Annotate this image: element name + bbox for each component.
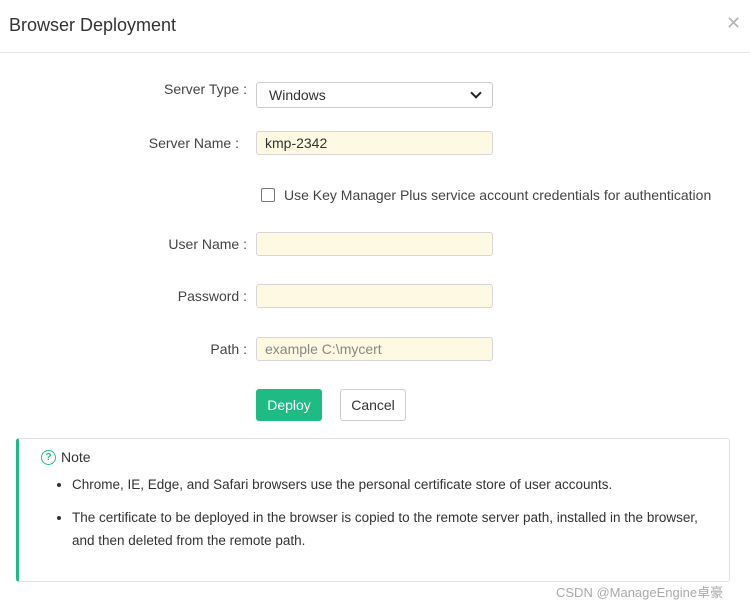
user-name-label: User Name :	[168, 236, 247, 252]
deploy-button[interactable]: Deploy	[256, 389, 322, 421]
note-list: Chrome, IE, Edge, and Safari browsers us…	[19, 473, 712, 562]
note-item: The certificate to be deployed in the br…	[72, 506, 712, 552]
note-item: Chrome, IE, Edge, and Safari browsers us…	[72, 473, 712, 496]
chevron-down-icon	[470, 87, 482, 99]
watermark: CSDN @ManageEngine卓豪	[556, 585, 724, 600]
service-account-label: Use Key Manager Plus service account cre…	[284, 187, 712, 203]
server-type-select[interactable]: Windows	[256, 82, 493, 108]
server-type-label: Server Type :	[163, 81, 247, 97]
dialog-title: Browser Deployment	[9, 15, 177, 35]
note-panel: ? Note Chrome, IE, Edge, and Safari brow…	[16, 438, 730, 582]
user-name-input[interactable]	[256, 232, 493, 256]
server-name-label: Server Name :	[148, 135, 239, 151]
path-input[interactable]	[256, 337, 493, 361]
service-account-checkbox-row[interactable]: Use Key Manager Plus service account cre…	[261, 187, 711, 203]
close-icon[interactable]: ✕	[726, 14, 741, 32]
service-account-checkbox[interactable]	[261, 188, 275, 202]
password-input[interactable]	[256, 284, 493, 308]
dialog-header: Browser Deployment ✕	[0, 0, 750, 53]
question-circle-icon: ?	[41, 449, 56, 465]
server-name-input[interactable]	[256, 131, 493, 155]
password-label: Password :	[177, 288, 247, 304]
note-heading: Note	[61, 449, 91, 465]
path-label: Path :	[210, 341, 247, 357]
note-header: ? Note	[41, 449, 91, 465]
server-type-value: Windows	[269, 87, 326, 103]
cancel-button[interactable]: Cancel	[340, 389, 406, 421]
